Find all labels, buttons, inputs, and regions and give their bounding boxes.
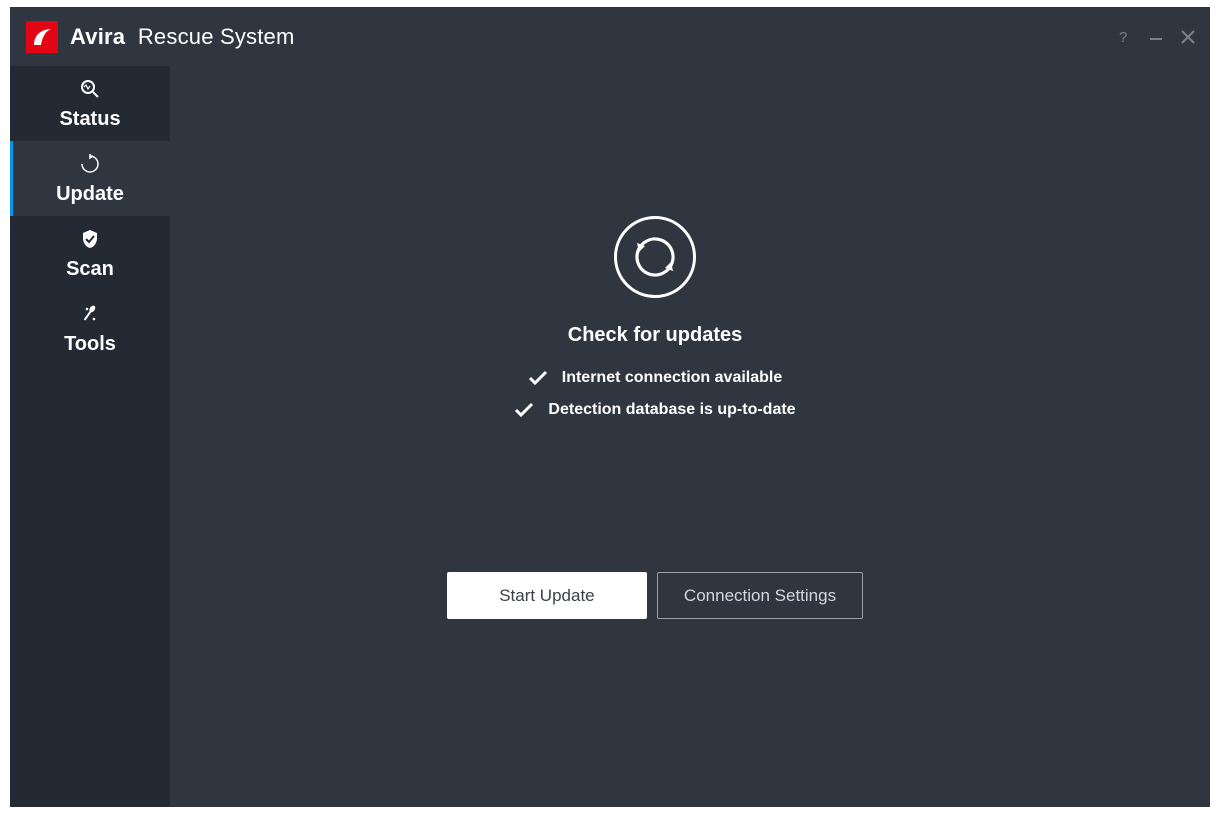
- sidebar-item-label: Status: [59, 108, 120, 131]
- svg-text:?: ?: [1119, 29, 1127, 45]
- title-bar: Avira Rescue System ?: [10, 7, 1210, 66]
- start-update-label: Start Update: [499, 586, 594, 606]
- main-panel: Check for updates Internet connection av…: [170, 66, 1210, 807]
- update-center: Check for updates Internet connection av…: [170, 216, 1140, 433]
- connection-settings-button[interactable]: Connection Settings: [657, 572, 863, 619]
- scan-icon: [81, 226, 99, 252]
- window-controls: ?: [1114, 7, 1198, 66]
- close-button[interactable]: [1178, 27, 1198, 47]
- avira-logo-icon: [26, 21, 58, 53]
- sidebar: Status Update: [10, 66, 170, 807]
- tools-icon: [81, 301, 99, 327]
- status-icon: [80, 76, 100, 102]
- status-internet: Internet connection available: [528, 369, 783, 387]
- sidebar-item-label: Scan: [66, 258, 114, 281]
- body: Status Update: [10, 66, 1210, 807]
- sidebar-item-label: Tools: [64, 333, 116, 356]
- update-heading: Check for updates: [568, 324, 742, 347]
- check-icon: [528, 370, 548, 386]
- sidebar-item-tools[interactable]: Tools: [10, 291, 170, 366]
- connection-settings-label: Connection Settings: [684, 586, 836, 606]
- app-window: Avira Rescue System ?: [10, 7, 1210, 807]
- help-button[interactable]: ?: [1114, 27, 1134, 47]
- app-title: Avira Rescue System: [70, 24, 295, 50]
- sidebar-item-status[interactable]: Status: [10, 66, 170, 141]
- sidebar-item-label: Update: [56, 183, 124, 206]
- update-icon: [80, 151, 100, 177]
- status-internet-text: Internet connection available: [562, 369, 783, 387]
- check-icon: [514, 402, 534, 418]
- sidebar-item-scan[interactable]: Scan: [10, 216, 170, 291]
- minimize-button[interactable]: [1146, 27, 1166, 47]
- refresh-circle-icon: [614, 216, 696, 298]
- status-database-text: Detection database is up-to-date: [548, 401, 795, 419]
- status-database: Detection database is up-to-date: [514, 401, 795, 419]
- brand-name: Avira: [70, 24, 125, 49]
- product-name: Rescue System: [138, 24, 295, 49]
- start-update-button[interactable]: Start Update: [447, 572, 647, 619]
- sidebar-item-update[interactable]: Update: [10, 141, 170, 216]
- button-row: Start Update Connection Settings: [170, 572, 1140, 619]
